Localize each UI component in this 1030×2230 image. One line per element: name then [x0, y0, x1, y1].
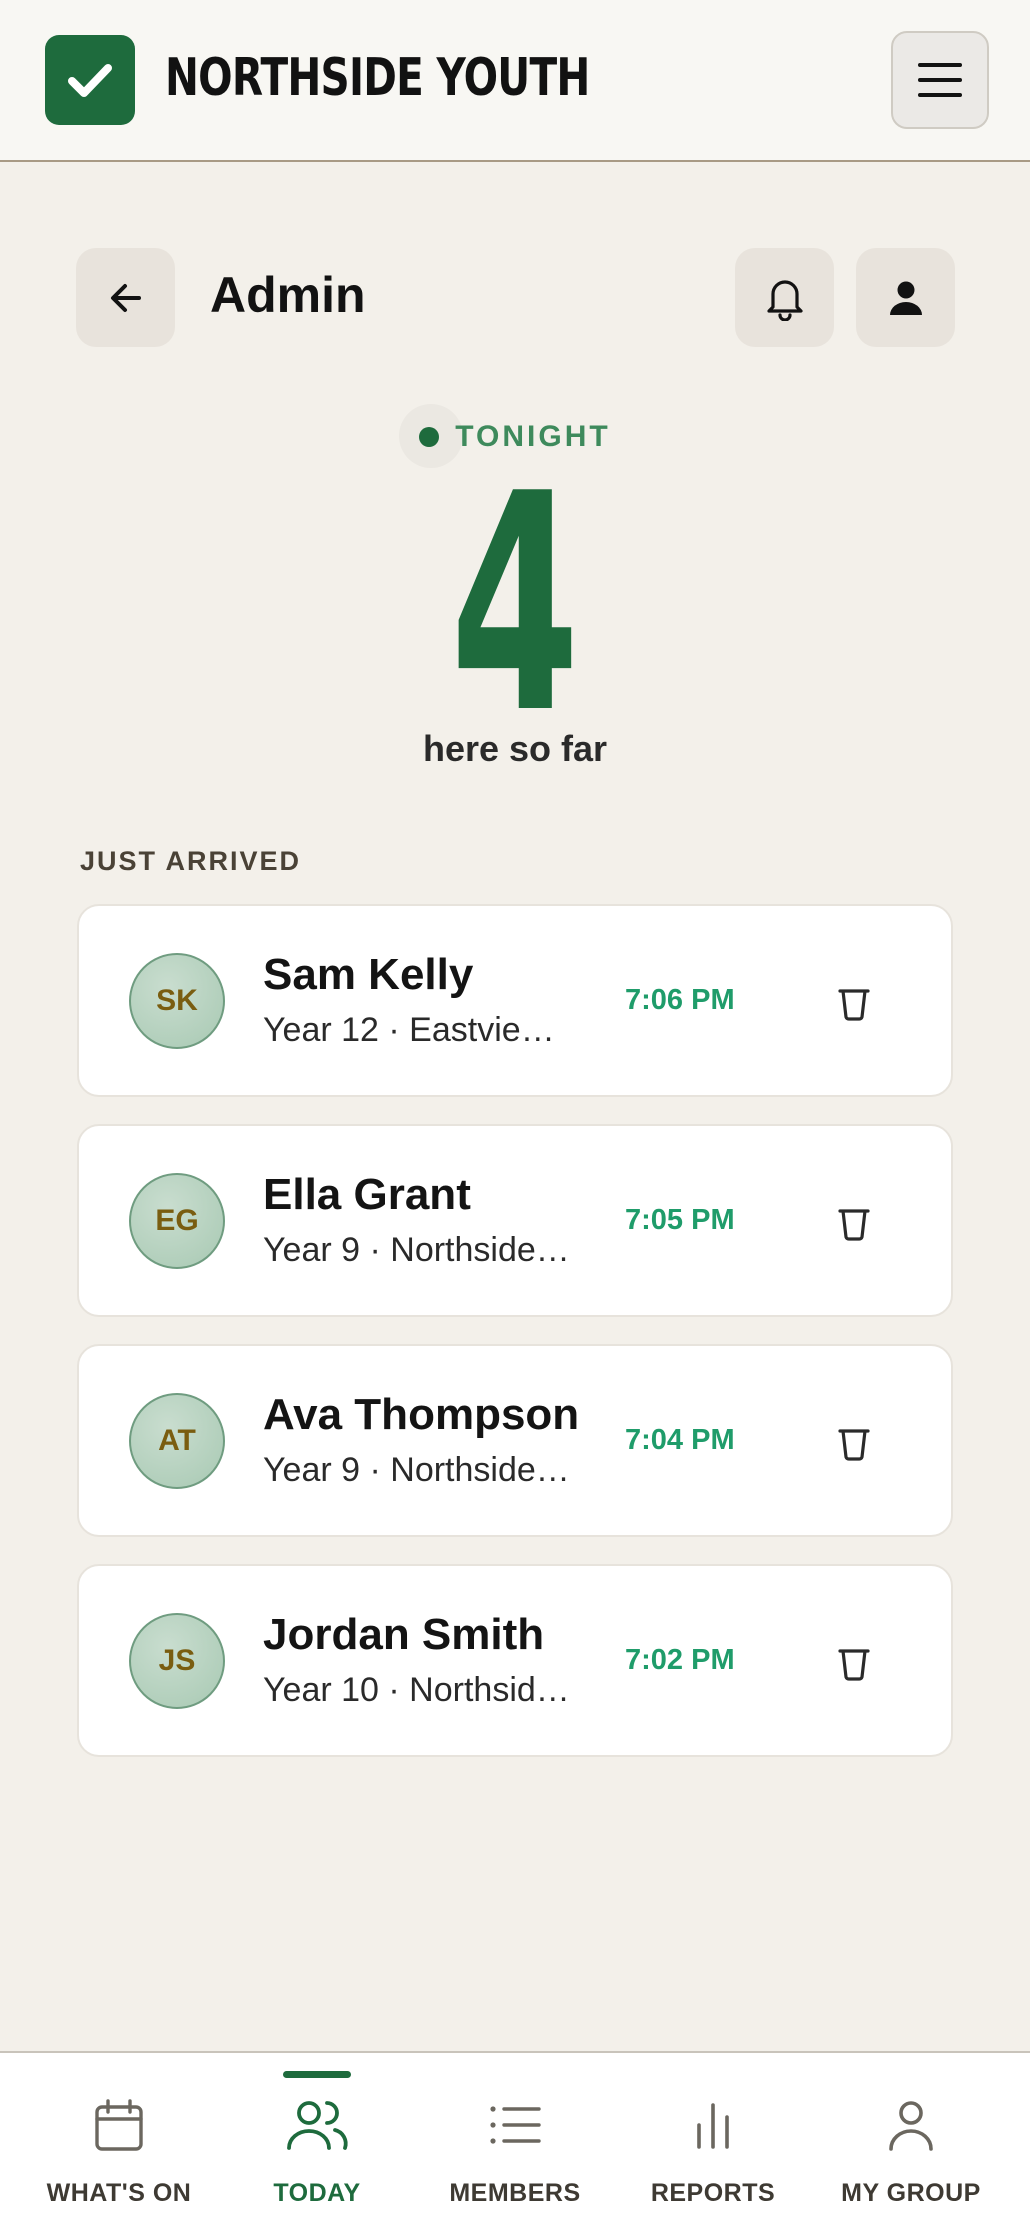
member-name: Ella Grant — [263, 1170, 471, 1219]
user-icon — [889, 281, 922, 315]
bell-icon — [766, 279, 803, 321]
nav-label: MY GROUP — [841, 2179, 981, 2207]
arrow-left-icon — [110, 283, 141, 312]
top-app-bar: NORTHSIDE YOUTH — [0, 0, 1030, 162]
member-name: Sam Kelly — [263, 950, 474, 999]
arrival-time: 7:06 PM — [625, 984, 735, 1016]
member-name: Jordan Smith — [263, 1610, 545, 1659]
attendance-count: 4 — [450, 430, 580, 779]
arrival-card[interactable]: AT Ava Thompson Year 9 · Northside Colle… — [77, 1344, 953, 1537]
delete-button[interactable] — [824, 1194, 884, 1254]
attendance-caption: here so far — [422, 728, 608, 769]
arrival-time: 7:05 PM — [625, 1204, 735, 1236]
member-name: Ava Thompson — [263, 1390, 580, 1439]
arrival-card[interactable]: EG Ella Grant Year 9 · Northside College… — [77, 1124, 953, 1317]
arrival-time: 7:04 PM — [625, 1424, 735, 1456]
list-icon — [490, 2106, 541, 2144]
checkmark-logo-icon — [45, 35, 135, 125]
avatar: AT — [129, 1393, 225, 1489]
people-icon — [287, 2101, 348, 2150]
trash-icon — [838, 989, 870, 1021]
avatar: SK — [129, 953, 225, 1049]
section-heading: JUST ARRIVED — [80, 846, 302, 876]
delete-button[interactable] — [824, 1634, 884, 1694]
member-meta: Year 10 · Northside College — [263, 1671, 573, 1709]
member-meta: Year 9 · Northside College — [263, 1451, 573, 1489]
nav-whats-on[interactable]: WHAT'S ON — [19, 2053, 219, 2230]
nav-today[interactable]: TODAY — [217, 2053, 417, 2230]
back-button[interactable] — [76, 248, 175, 347]
person-icon — [889, 2101, 933, 2151]
trash-icon — [838, 1209, 870, 1241]
profile-button[interactable] — [856, 248, 955, 347]
active-indicator — [283, 2071, 351, 2078]
nav-members[interactable]: MEMBERS — [415, 2053, 615, 2230]
page-title: Admin — [210, 267, 366, 323]
nav-label: MEMBERS — [449, 2179, 581, 2207]
menu-button[interactable] — [891, 31, 989, 129]
delete-button[interactable] — [824, 1414, 884, 1474]
arrival-card[interactable]: SK Sam Kelly Year 12 · Eastview High 7:0… — [77, 904, 953, 1097]
member-meta: Year 12 · Eastview High — [263, 1011, 573, 1049]
avatar: JS — [129, 1613, 225, 1709]
tonight-label: TONIGHT — [455, 420, 611, 453]
bar-chart-icon — [697, 2103, 729, 2149]
nav-reports[interactable]: REPORTS — [613, 2053, 813, 2230]
nav-label: TODAY — [273, 2179, 361, 2207]
trash-icon — [838, 1429, 870, 1461]
avatar: EG — [129, 1173, 225, 1269]
nav-label: REPORTS — [650, 2179, 776, 2207]
bottom-navigation: WHAT'S ON TODAY MEMBERS REPORTS MY GROUP — [0, 2051, 1030, 2230]
delete-button[interactable] — [824, 974, 884, 1034]
member-meta: Year 9 · Northside College — [263, 1231, 573, 1269]
nav-my-group[interactable]: MY GROUP — [811, 2053, 1011, 2230]
notifications-button[interactable] — [735, 248, 834, 347]
calendar-icon — [95, 2099, 143, 2151]
trash-icon — [838, 1649, 870, 1681]
hamburger-icon — [918, 63, 962, 97]
arrival-card[interactable]: JS Jordan Smith Year 10 · Northside Coll… — [77, 1564, 953, 1757]
nav-label: WHAT'S ON — [46, 2179, 192, 2207]
brand-name: NORTHSIDE YOUTH — [165, 48, 590, 108]
arrival-time: 7:02 PM — [625, 1644, 735, 1676]
tonight-indicator: TONIGHT — [0, 404, 1030, 468]
